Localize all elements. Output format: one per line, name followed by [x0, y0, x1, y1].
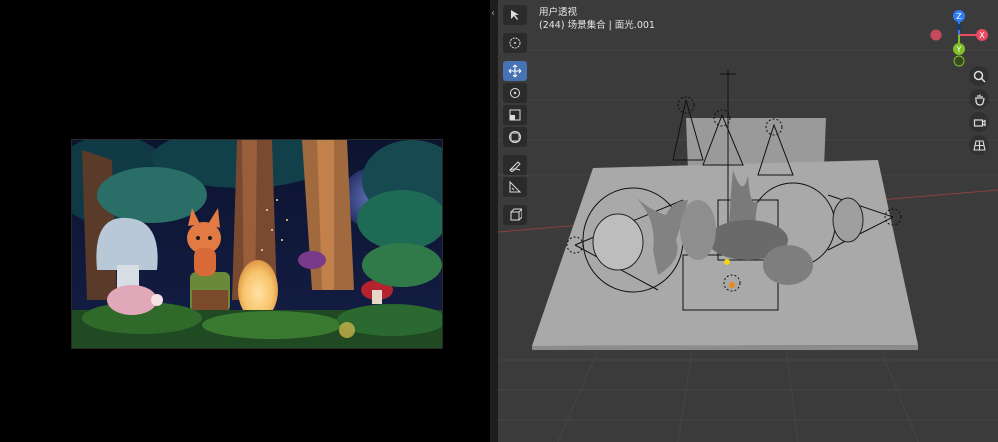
- viewport-info-overlay: 用户透视 (244) 场景集合 | 面光.001: [539, 6, 655, 32]
- crosshair-cursor-icon: [509, 37, 521, 49]
- cursor-tool-button[interactable]: [503, 33, 527, 53]
- render-result-panel: [0, 0, 490, 442]
- 3d-viewport[interactable]: [498, 0, 998, 442]
- camera-icon: [973, 118, 986, 127]
- tool-shelf: [502, 4, 528, 226]
- gizmo-y-label: Y: [956, 45, 962, 54]
- ruler-icon: [509, 180, 522, 193]
- perspective-grid-icon: [972, 139, 986, 151]
- area-split-chevron-icon[interactable]: ‹: [491, 8, 495, 19]
- transform-icon: [509, 131, 521, 143]
- annotate-tool-button[interactable]: [503, 155, 527, 175]
- gizmo-neg-x-icon[interactable]: [930, 29, 942, 41]
- zoom-button[interactable]: [969, 66, 989, 86]
- area-divider[interactable]: [490, 0, 498, 442]
- add-cube-icon: [510, 208, 522, 221]
- collection-object-label: (244) 场景集合 | 面光.001: [539, 20, 655, 31]
- scale-icon: [509, 109, 521, 121]
- gizmo-neg-y-icon[interactable]: [953, 55, 965, 67]
- camera-view-button[interactable]: [969, 112, 989, 132]
- viewport-scene-canvas[interactable]: [498, 0, 998, 442]
- pencil-icon: [509, 161, 521, 172]
- pan-button[interactable]: [969, 89, 989, 109]
- select-cursor-icon: [511, 10, 519, 20]
- move-arrows-icon: [508, 64, 522, 78]
- gizmo-x-label: X: [979, 31, 985, 40]
- rendered-forest-scene-image: [71, 139, 443, 349]
- move-tool-button[interactable]: [503, 61, 527, 81]
- select-box-tool-button[interactable]: [503, 5, 527, 25]
- navigation-gizmo[interactable]: Z X Y: [928, 8, 994, 70]
- measure-tool-button[interactable]: [503, 177, 527, 197]
- viewport-navigation-buttons: [968, 66, 990, 158]
- hand-icon: [974, 94, 985, 106]
- transform-tool-button[interactable]: [503, 127, 527, 147]
- rotate-icon: [510, 88, 520, 98]
- add-cube-tool-button[interactable]: [503, 205, 527, 225]
- toggle-perspective-button[interactable]: [969, 135, 989, 155]
- gizmo-neg-z-icon[interactable]: [956, 24, 962, 30]
- zoom-magnifier-icon: [973, 70, 986, 83]
- gizmo-z-label: Z: [956, 12, 962, 21]
- scale-tool-button[interactable]: [503, 105, 527, 125]
- rotate-tool-button[interactable]: [503, 83, 527, 103]
- view-mode-label: 用户透视: [539, 7, 578, 18]
